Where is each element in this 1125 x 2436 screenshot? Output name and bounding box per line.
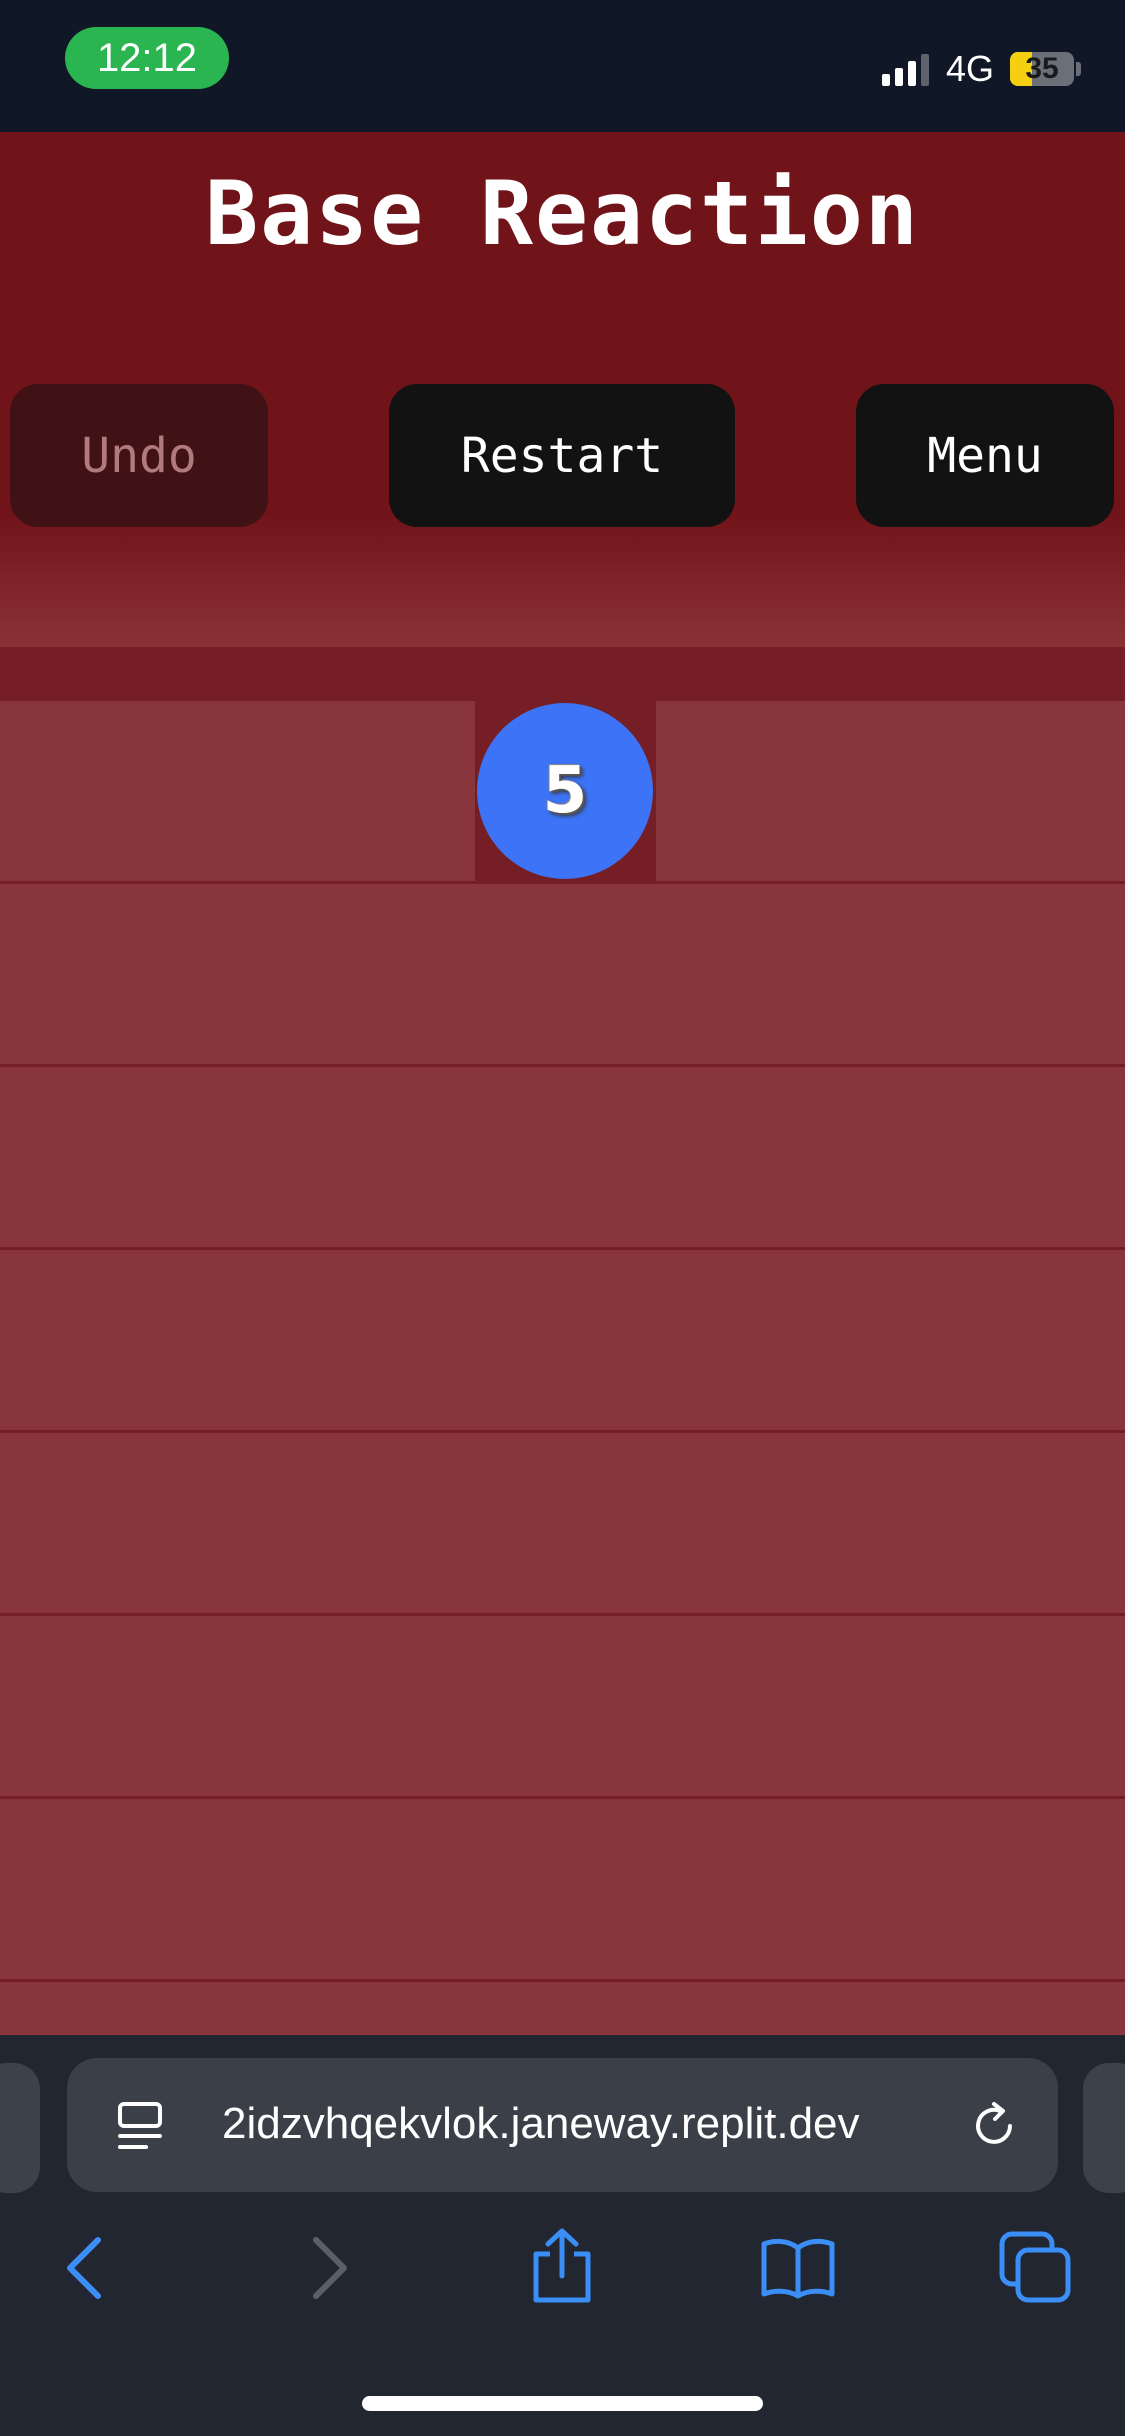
board-row[interactable] [0,884,1125,1064]
restart-button[interactable]: Restart [389,384,735,527]
network-type: 4G [946,48,995,89]
tabs-icon[interactable] [998,2230,1072,2304]
game-board[interactable]: 5 [0,647,1125,2035]
board-row[interactable] [0,1799,1125,1979]
bookmarks-icon[interactable] [760,2236,836,2300]
next-tab-preview[interactable] [1083,2063,1125,2193]
status-bar: 12:12 4G 35 [0,0,1125,132]
page-menu-icon[interactable] [116,2100,168,2154]
status-time: 12:12 [65,27,229,89]
home-indicator [362,2396,763,2411]
menu-button[interactable]: Menu [856,384,1114,527]
board-row[interactable] [0,1982,1125,2035]
battery-icon: 35 [1010,52,1074,86]
reload-icon[interactable] [966,2098,1022,2154]
forward-icon[interactable] [306,2236,352,2300]
cellular-signal-icon [882,52,934,86]
board-row[interactable] [0,1067,1125,1247]
board-row[interactable] [0,1250,1125,1430]
game-title: Base Reaction [205,162,920,265]
board-row[interactable] [0,1433,1125,1613]
battery-tip [1076,62,1081,76]
number-ball[interactable]: 5 [477,703,653,879]
game-header: Base Reaction Undo Restart Menu [0,132,1125,647]
previous-tab-preview[interactable] [0,2063,40,2193]
battery-percent: 35 [1025,52,1059,85]
url-text[interactable]: 2idzvhqekvlok.janeway.replit.dev [222,2099,860,2149]
share-icon[interactable] [530,2226,594,2304]
board-row[interactable] [0,1616,1125,1796]
undo-button[interactable]: Undo [10,384,268,527]
back-icon[interactable] [62,2236,108,2300]
